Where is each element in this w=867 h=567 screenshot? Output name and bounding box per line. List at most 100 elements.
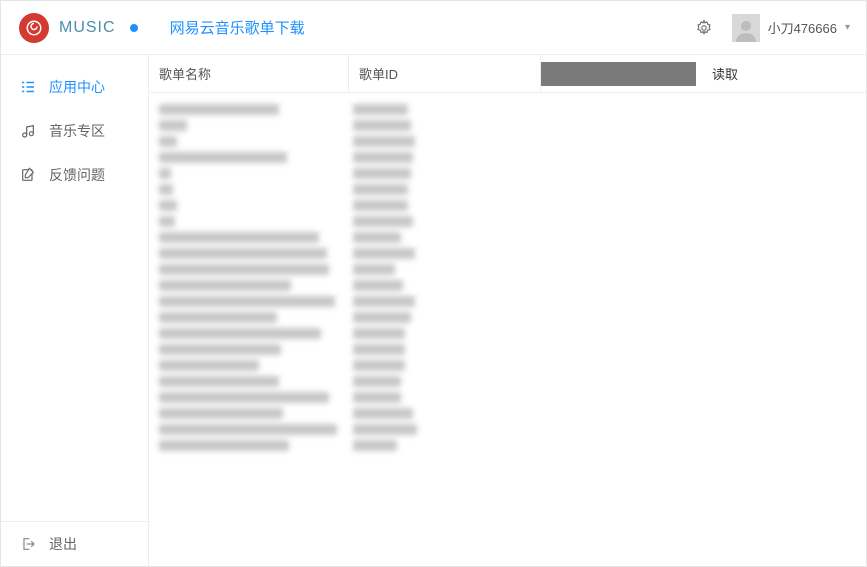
cell-name [149,440,349,451]
body: 应用中心音乐专区反馈问题 退出 歌单名称 歌单ID 读取 [1,55,866,566]
playlist-id-input[interactable] [541,62,696,86]
main: 歌单名称 歌单ID 读取 [149,55,866,566]
cell-name [149,392,349,403]
table-row[interactable] [149,277,866,293]
cell-id [349,216,541,227]
cell-id [349,200,541,211]
table-row[interactable] [149,213,866,229]
table-row[interactable] [149,341,866,357]
header: MUSIC 网易云音乐歌单下载 小刀476666 ▾ [1,1,866,55]
sidebar-footer: 退出 [1,521,148,566]
user-menu[interactable]: 小刀476666 ▾ [728,14,854,42]
sidebar-item-label: 反馈问题 [49,165,105,185]
cell-name [149,296,349,307]
cell-id [349,184,541,195]
grid-icon [19,78,37,96]
cell-name [149,344,349,355]
cell-id [349,408,541,419]
cell-name [149,376,349,387]
table-row[interactable] [149,325,866,341]
cell-name [149,408,349,419]
cell-name [149,232,349,243]
table-row[interactable] [149,181,866,197]
brand-text: MUSIC [59,19,116,37]
table-row[interactable] [149,421,866,437]
cell-name [149,264,349,275]
table-header: 歌单名称 歌单ID 读取 [149,55,866,93]
cell-name [149,424,349,435]
table-row[interactable] [149,357,866,373]
table-row[interactable] [149,373,866,389]
status-dot-icon [130,24,138,32]
settings-button[interactable] [694,18,714,38]
nav: 应用中心音乐专区反馈问题 [1,55,148,521]
table-row[interactable] [149,293,866,309]
person-icon [734,18,758,42]
table-row[interactable] [149,165,866,181]
table-row[interactable] [149,117,866,133]
cell-name [149,312,349,323]
table-row[interactable] [149,437,866,453]
cell-id [349,136,541,147]
gear-icon [695,19,713,37]
logout-button[interactable]: 退出 [1,522,148,566]
cell-id [349,424,541,435]
table-row[interactable] [149,309,866,325]
cell-id [349,280,541,291]
cell-name [149,248,349,259]
cell-id [349,392,541,403]
table-row[interactable] [149,261,866,277]
cell-name [149,280,349,291]
sidebar-item-label: 音乐专区 [49,121,105,141]
read-button[interactable]: 读取 [696,64,754,83]
cell-id [349,168,541,179]
sidebar-item-2[interactable]: 反馈问题 [1,153,148,197]
cell-id [349,344,541,355]
cell-name [149,104,349,115]
table-row[interactable] [149,245,866,261]
cell-id [349,152,541,163]
sidebar-item-label: 应用中心 [49,77,105,97]
cell-name [149,136,349,147]
cell-id [349,312,541,323]
logout-label: 退出 [49,534,77,554]
table-row[interactable] [149,149,866,165]
cell-id [349,120,541,131]
table-row[interactable] [149,101,866,117]
cell-name [149,328,349,339]
cell-id [349,376,541,387]
sidebar-item-1[interactable]: 音乐专区 [1,109,148,153]
netease-logo-icon [19,13,49,43]
cell-name [149,216,349,227]
cell-name [149,360,349,371]
col-header-name: 歌单名称 [149,55,349,92]
col-header-id: 歌单ID [349,55,541,92]
table-row[interactable] [149,197,866,213]
cell-name [149,152,349,163]
avatar [732,14,760,42]
table-body [149,93,866,566]
username: 小刀476666 [768,18,837,37]
cell-id [349,440,541,451]
table-row[interactable] [149,133,866,149]
sidebar-item-0[interactable]: 应用中心 [1,65,148,109]
cell-id [349,104,541,115]
logout-icon [19,535,37,553]
chevron-down-icon: ▾ [845,22,850,33]
cell-name [149,168,349,179]
brand-logo: MUSIC [19,13,138,43]
sidebar: 应用中心音乐专区反馈问题 退出 [1,55,149,566]
page-title: 网易云音乐歌单下载 [170,17,694,38]
cell-id [349,232,541,243]
cell-id [349,328,541,339]
cell-id [349,248,541,259]
table-row[interactable] [149,229,866,245]
table-row[interactable] [149,405,866,421]
cell-id [349,296,541,307]
cell-name [149,120,349,131]
music-icon [19,122,37,140]
table-row[interactable] [149,389,866,405]
app-window: MUSIC 网易云音乐歌单下载 小刀476666 ▾ 应用中心音乐专区反馈问题 [0,0,867,567]
cell-id [349,264,541,275]
header-right: 小刀476666 ▾ [694,14,854,42]
